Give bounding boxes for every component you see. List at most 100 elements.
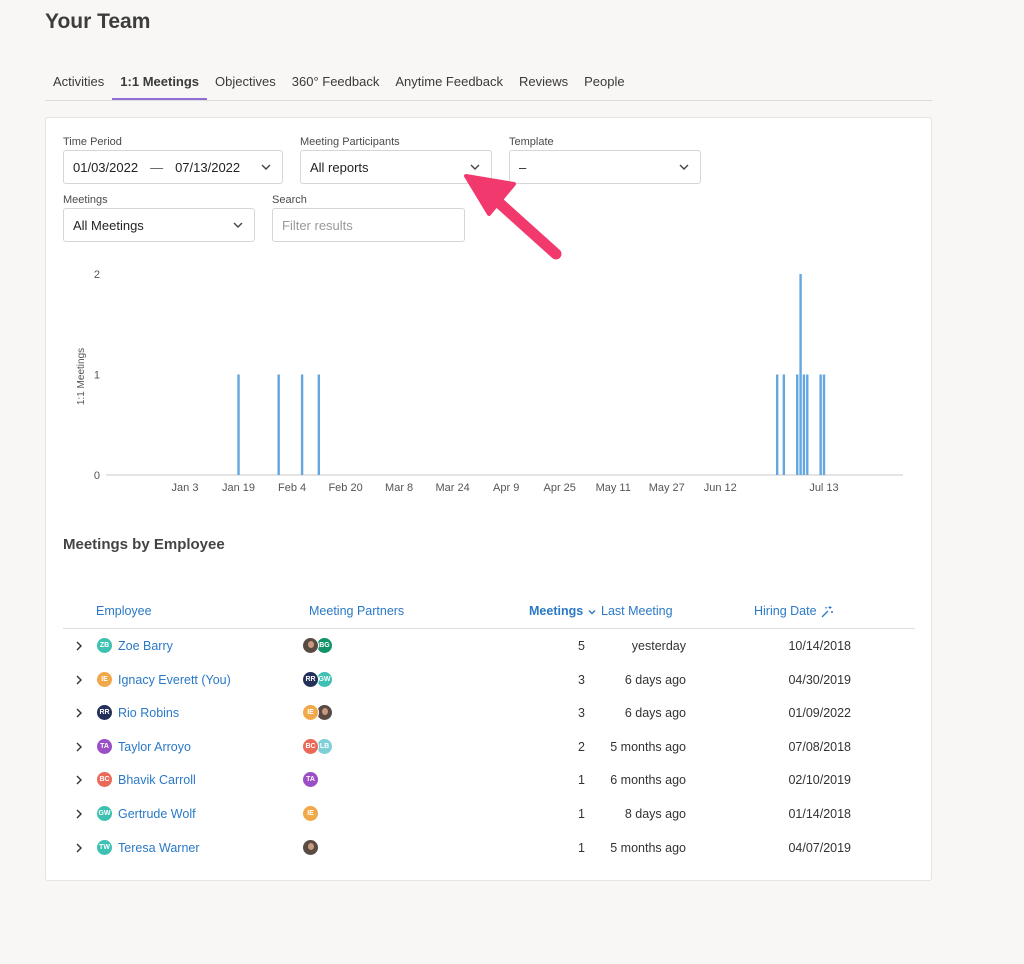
last-meeting-column-header[interactable]: Last Meeting xyxy=(601,604,673,618)
meetings-count: 1 xyxy=(578,807,585,821)
avatar: TA xyxy=(96,737,113,755)
last-meeting-value: 8 days ago xyxy=(624,807,686,821)
avatar: GW xyxy=(96,805,113,822)
x-tick-label: Jan 3 xyxy=(172,482,199,494)
tab-360-feedback[interactable]: 360° Feedback xyxy=(284,70,388,100)
table-row[interactable]: GW Gertrude Wolf IE 1 8 days ago 01/14/2018 xyxy=(63,798,915,831)
tab-activities[interactable]: Activities xyxy=(45,70,112,100)
hiring-date-value: 07/08/2018 xyxy=(788,739,851,754)
employee-name-link[interactable]: Teresa Warner xyxy=(118,841,200,855)
partner-avatar[interactable]: IE xyxy=(302,704,319,722)
meetings-count: 3 xyxy=(578,672,585,687)
x-tick-label: May 11 xyxy=(596,482,631,494)
chevron-right-icon[interactable] xyxy=(73,674,85,686)
avatar: RR xyxy=(96,704,113,722)
employee-name-link[interactable]: Taylor Arroyo xyxy=(118,740,191,754)
x-tick-label: Mar 8 xyxy=(385,482,413,494)
y-tick-label: 0 xyxy=(94,470,100,482)
meetings-count: 3 xyxy=(578,706,585,721)
chevron-right-icon[interactable] xyxy=(73,640,85,652)
table-row[interactable]: BC Bhavik Carroll TA 1 6 months ago 02/10/201… xyxy=(63,764,915,797)
chart-bar xyxy=(802,374,806,475)
meetings-count: 2 xyxy=(578,739,585,754)
chevron-right-icon[interactable] xyxy=(73,774,85,786)
hiring-date-value: 02/10/2019 xyxy=(788,773,851,788)
tab-reviews[interactable]: Reviews xyxy=(511,70,576,100)
partner-avatar[interactable] xyxy=(302,637,319,654)
x-tick-label: Jun 12 xyxy=(704,482,737,494)
employee-name-link[interactable]: Gertrude Wolf xyxy=(118,807,196,821)
x-tick-label: May 27 xyxy=(649,482,685,494)
x-tick-label: Feb 20 xyxy=(328,482,362,494)
x-tick-label: Feb 4 xyxy=(278,482,306,494)
chevron-right-icon[interactable] xyxy=(73,707,85,719)
hiring-date-value: 10/14/2018 xyxy=(788,639,851,653)
meetings-count: 1 xyxy=(578,773,585,788)
last-meeting-value: yesterday xyxy=(631,639,686,653)
tab-bar: Activities 1:1 Meetings Objectives 360° Fee… xyxy=(45,70,932,101)
partner-avatar[interactable]: TA xyxy=(302,771,319,789)
avatar: BC xyxy=(96,771,113,789)
magic-wand-icon xyxy=(821,605,834,618)
hiring-date-value: 04/07/2019 xyxy=(788,840,851,855)
last-meeting-value: 5 months ago xyxy=(610,739,686,754)
employee-name-link[interactable]: Zoe Barry xyxy=(118,639,173,653)
chart-bar xyxy=(819,374,822,475)
x-tick-label: Apr 25 xyxy=(543,482,575,494)
meetings-count: 1 xyxy=(578,840,585,855)
table-row[interactable]: ZB Zoe Barry BG 5 yesterday 10/14/2018 xyxy=(63,630,915,663)
chart-bar xyxy=(300,374,304,475)
meetings-chart: 0 1 2 1:1 Meetings Jan 3 Jan 19 Feb 4 Feb 20 Mar… xyxy=(76,269,903,494)
chart-bar xyxy=(782,374,786,475)
chart-bar xyxy=(806,374,809,475)
tab-1-1-meetings[interactable]: 1:1 Meetings xyxy=(112,70,208,100)
chart-bar xyxy=(822,374,826,475)
avatar: TW xyxy=(96,838,113,856)
section-title: Meetings by Employee xyxy=(63,536,225,553)
partner-avatar[interactable]: BC xyxy=(302,737,319,755)
table-row[interactable]: TW Teresa Warner 1 5 months ago 04/07/2019 xyxy=(63,832,915,865)
chevron-right-icon[interactable] xyxy=(73,842,85,854)
employee-name-link[interactable]: Rio Robins xyxy=(118,706,179,720)
y-axis-label: 1:1 Meetings xyxy=(76,348,87,405)
chevron-right-icon[interactable] xyxy=(73,741,85,753)
tab-people[interactable]: People xyxy=(576,70,632,100)
partners-column-header[interactable]: Meeting Partners xyxy=(309,604,404,618)
meetings-card: Time Period 01/03/2022 — 07/13/2022 Meet… xyxy=(45,117,932,881)
last-meeting-value: 5 months ago xyxy=(610,840,686,855)
last-meeting-value: 6 days ago xyxy=(624,672,686,687)
tab-anytime-feedback[interactable]: Anytime Feedback xyxy=(387,70,511,100)
tab-objectives[interactable]: Objectives xyxy=(207,70,284,100)
hiring-date-value: 04/30/2019 xyxy=(788,672,851,687)
chevron-right-icon[interactable] xyxy=(73,808,85,820)
x-tick-label: Mar 24 xyxy=(436,482,470,494)
avatar: ZB xyxy=(96,637,113,654)
chart-bar xyxy=(799,274,802,475)
employee-name-link[interactable]: Bhavik Carroll xyxy=(118,773,196,787)
y-tick-label: 2 xyxy=(94,269,100,281)
table-row[interactable]: RR Rio Robins IE 3 6 days ago 01/09/2022 xyxy=(63,697,915,730)
sort-down-icon xyxy=(588,609,596,615)
avatar: IE xyxy=(96,670,113,688)
y-tick-label: 1 xyxy=(94,370,100,382)
page-title: Your Team xyxy=(45,10,151,33)
x-tick-label: Apr 9 xyxy=(493,482,519,494)
hiring-date-label: Hiring Date xyxy=(754,604,817,618)
table-header: Employee Meeting Partners Meetings Last … xyxy=(63,602,915,629)
hiring-date-value: 01/14/2018 xyxy=(788,807,851,821)
table-row[interactable]: TA Taylor Arroyo BC LB 2 5 months ago 07/08/20… xyxy=(63,731,915,764)
partner-avatar[interactable]: RR xyxy=(302,670,319,688)
meetings-count: 5 xyxy=(578,639,585,653)
chart-bar xyxy=(796,374,799,475)
partner-avatar[interactable] xyxy=(302,838,319,856)
chart-bar xyxy=(775,374,779,475)
meetings-column-header[interactable]: Meetings xyxy=(529,604,597,618)
table-row[interactable]: IE Ignacy Everett (You) RR GW 3 6 days ago 04/… xyxy=(63,664,915,697)
hiring-date-column-header[interactable]: Hiring Date xyxy=(754,604,834,619)
x-tick-label: Jul 13 xyxy=(809,482,838,494)
partner-avatar[interactable]: IE xyxy=(302,805,319,822)
employee-name-link[interactable]: Ignacy Everett (You) xyxy=(118,673,231,687)
last-meeting-value: 6 days ago xyxy=(624,706,686,721)
meetings-column-label: Meetings xyxy=(529,604,584,618)
employee-column-header[interactable]: Employee xyxy=(96,604,152,618)
